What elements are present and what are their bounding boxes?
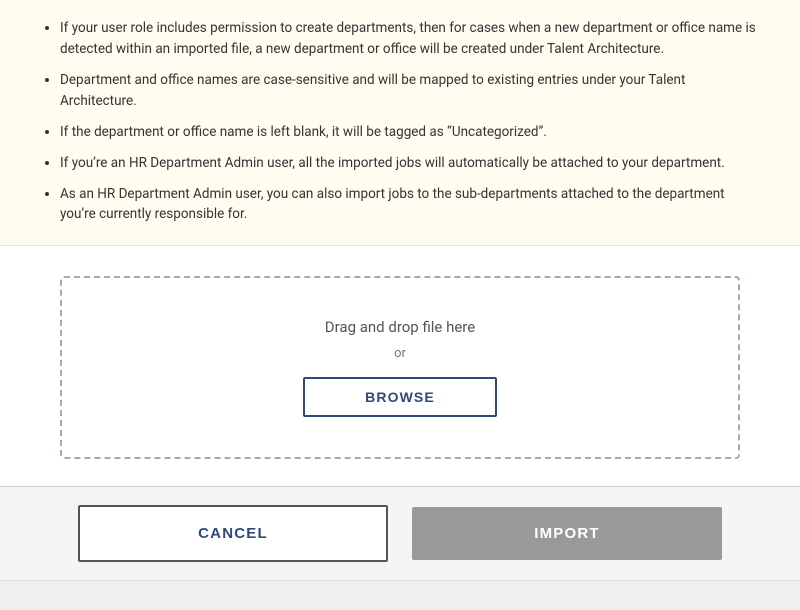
info-bullet: If the department or office name is left… [60, 122, 760, 143]
or-text: or [394, 346, 406, 361]
dropzone-section: Drag and drop file here or BROWSE [0, 246, 800, 486]
info-bullet: If you’re an HR Department Admin user, a… [60, 153, 760, 174]
info-section: If your user role includes permission to… [0, 0, 800, 246]
info-bullet: If your user role includes permission to… [60, 18, 760, 60]
bottom-bar [0, 580, 800, 610]
footer: CANCEL IMPORT [0, 487, 800, 580]
cancel-button[interactable]: CANCEL [78, 505, 388, 562]
import-button[interactable]: IMPORT [412, 507, 722, 560]
main-content: If your user role includes permission to… [0, 0, 800, 486]
info-bullet: As an HR Department Admin user, you can … [60, 184, 760, 226]
browse-button[interactable]: BROWSE [303, 377, 497, 417]
info-bullet: Department and office names are case-sen… [60, 70, 760, 112]
dropzone[interactable]: Drag and drop file here or BROWSE [60, 276, 740, 459]
drag-drop-text: Drag and drop file here [325, 318, 475, 336]
info-list: If your user role includes permission to… [40, 18, 760, 225]
